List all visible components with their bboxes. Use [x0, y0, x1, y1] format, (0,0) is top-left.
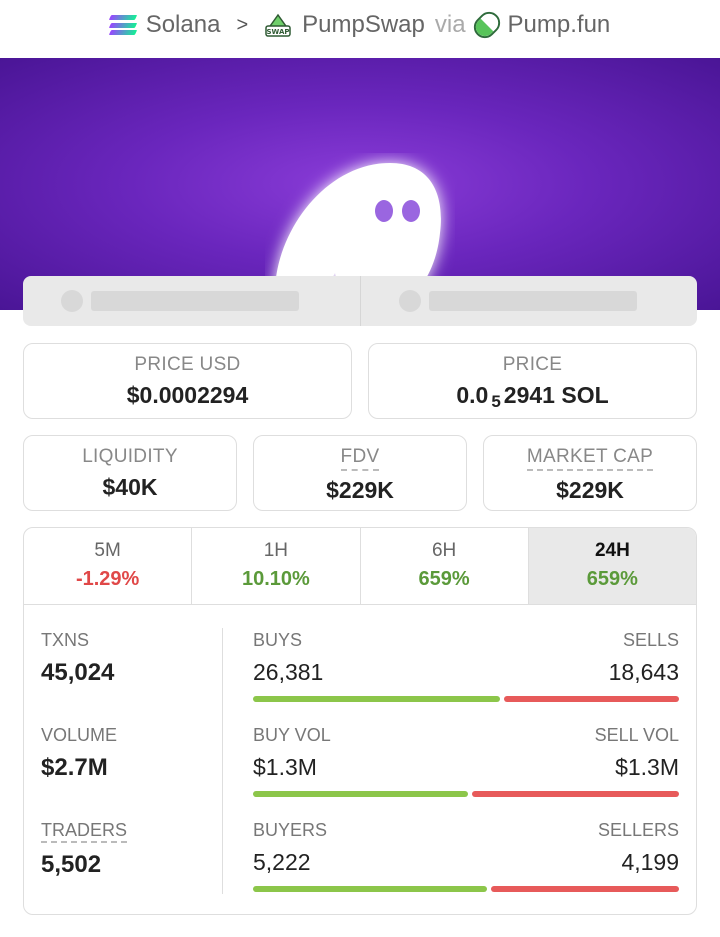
launchpad-link[interactable]: Pump.fun — [508, 11, 611, 39]
tab-label: 6H — [431, 540, 457, 561]
txns-value: 45,024 — [41, 659, 115, 686]
volume-ratio-bar — [253, 791, 679, 797]
tab-label: 24H — [594, 540, 630, 561]
market-cap-value: $229K — [556, 477, 624, 503]
buyers-value: 5,222 — [253, 849, 311, 875]
sell-vol-label: SELL VOL — [594, 725, 679, 745]
social-link-right[interactable] — [359, 276, 698, 326]
txns-metric: TXNS 45,024 — [41, 630, 114, 687]
buyers-ratio-bar — [253, 886, 679, 892]
buyers-sellers-row: BUYERS SELLERS 5,222 4,199 — [253, 820, 679, 892]
price-native-card: PRICE 0.0 5 2941 SOL — [368, 343, 697, 419]
buys-sells-ratio-bar — [253, 696, 679, 702]
socials-bar — [23, 276, 697, 326]
sells-label: SELLS — [622, 630, 679, 650]
pumpfun-pill-icon — [468, 7, 505, 43]
tab-change: 659% — [418, 568, 470, 590]
price-native-label: PRICE — [502, 354, 563, 375]
traders-label[interactable]: TRADERS — [41, 820, 128, 843]
volume-value: $2.7M — [41, 754, 108, 781]
social-icon-placeholder — [61, 290, 83, 312]
fdv-value: $229K — [326, 477, 394, 503]
chain-link[interactable]: Solana — [146, 11, 221, 39]
tab-1h[interactable]: 1H 10.10% — [192, 528, 361, 604]
tab-label: 5M — [94, 540, 121, 561]
price-usd-value: $0.0002294 — [126, 382, 249, 408]
volume-split-row: BUY VOL SELL VOL $1.3M $1.3M — [253, 725, 679, 797]
tab-change: 10.10% — [241, 568, 310, 590]
buy-vol-label: BUY VOL — [253, 725, 331, 745]
buy-bar — [253, 791, 468, 797]
volume-metric: VOLUME $2.7M — [41, 725, 117, 782]
tab-24h[interactable]: 24H 659% — [528, 528, 696, 604]
solana-icon — [108, 15, 137, 35]
traders-value: 5,502 — [41, 851, 102, 878]
traders-metric: TRADERS 5,502 — [41, 820, 128, 879]
tab-6h[interactable]: 6H 659% — [361, 528, 529, 604]
dex-link[interactable]: PumpSwap — [302, 11, 425, 39]
sells-value: 18,643 — [608, 659, 679, 685]
social-link-left[interactable] — [23, 276, 360, 326]
pumpswap-icon: SWAP — [264, 11, 292, 39]
fdv-label[interactable]: FDV — [340, 446, 380, 471]
market-cap-label[interactable]: MARKET CAP — [526, 446, 654, 471]
social-label-placeholder — [428, 291, 637, 311]
buy-vol-value: $1.3M — [253, 754, 317, 780]
buy-bar — [253, 886, 487, 892]
price-usd-label: PRICE USD — [134, 354, 241, 375]
social-icon-placeholder — [398, 290, 421, 312]
fdv-card[interactable]: FDV $229K — [253, 435, 467, 511]
market-cap-card[interactable]: MARKET CAP $229K — [483, 435, 697, 511]
tab-label: 1H — [263, 540, 289, 561]
social-label-placeholder — [91, 291, 299, 311]
svg-text:SWAP: SWAP — [267, 28, 290, 36]
buy-bar — [253, 696, 500, 702]
timeframe-tabs: 5M -1.29% 1H 10.10% 6H 659% 24H 659% — [24, 528, 696, 605]
stats-panel: 5M -1.29% 1H 10.10% 6H 659% 24H 659% TXN… — [23, 527, 697, 915]
sell-bar — [472, 791, 679, 797]
sell-vol-value: $1.3M — [615, 754, 679, 780]
chevron-right-icon: > — [236, 13, 249, 36]
volume-label: VOLUME — [41, 725, 118, 745]
buyers-label: BUYERS — [253, 820, 328, 840]
column-divider — [222, 628, 223, 894]
sell-bar — [504, 696, 679, 702]
sellers-label: SELLERS — [597, 820, 679, 840]
tab-change: 659% — [586, 568, 638, 590]
liquidity-value: $40K — [102, 474, 158, 500]
buys-sells-row: BUYS SELLS 26,381 18,643 — [253, 630, 679, 702]
price-usd-card: PRICE USD $0.0002294 — [23, 343, 352, 419]
price-native-value: 0.0 5 2941 SOL — [456, 382, 609, 411]
buys-label: BUYS — [253, 630, 303, 650]
breadcrumb: Solana > SWAP PumpSwap via Pump.fun — [0, 0, 720, 50]
token-banner — [0, 58, 720, 310]
liquidity-card: LIQUIDITY $40K — [23, 435, 237, 511]
tab-5m[interactable]: 5M -1.29% — [24, 528, 193, 604]
buys-value: 26,381 — [253, 659, 324, 685]
via-text: via — [434, 11, 466, 38]
sellers-value: 4,199 — [621, 849, 679, 875]
tab-change: -1.29% — [75, 568, 140, 590]
sell-bar — [491, 886, 679, 892]
txns-label: TXNS — [41, 630, 90, 650]
liquidity-label: LIQUIDITY — [82, 446, 178, 467]
